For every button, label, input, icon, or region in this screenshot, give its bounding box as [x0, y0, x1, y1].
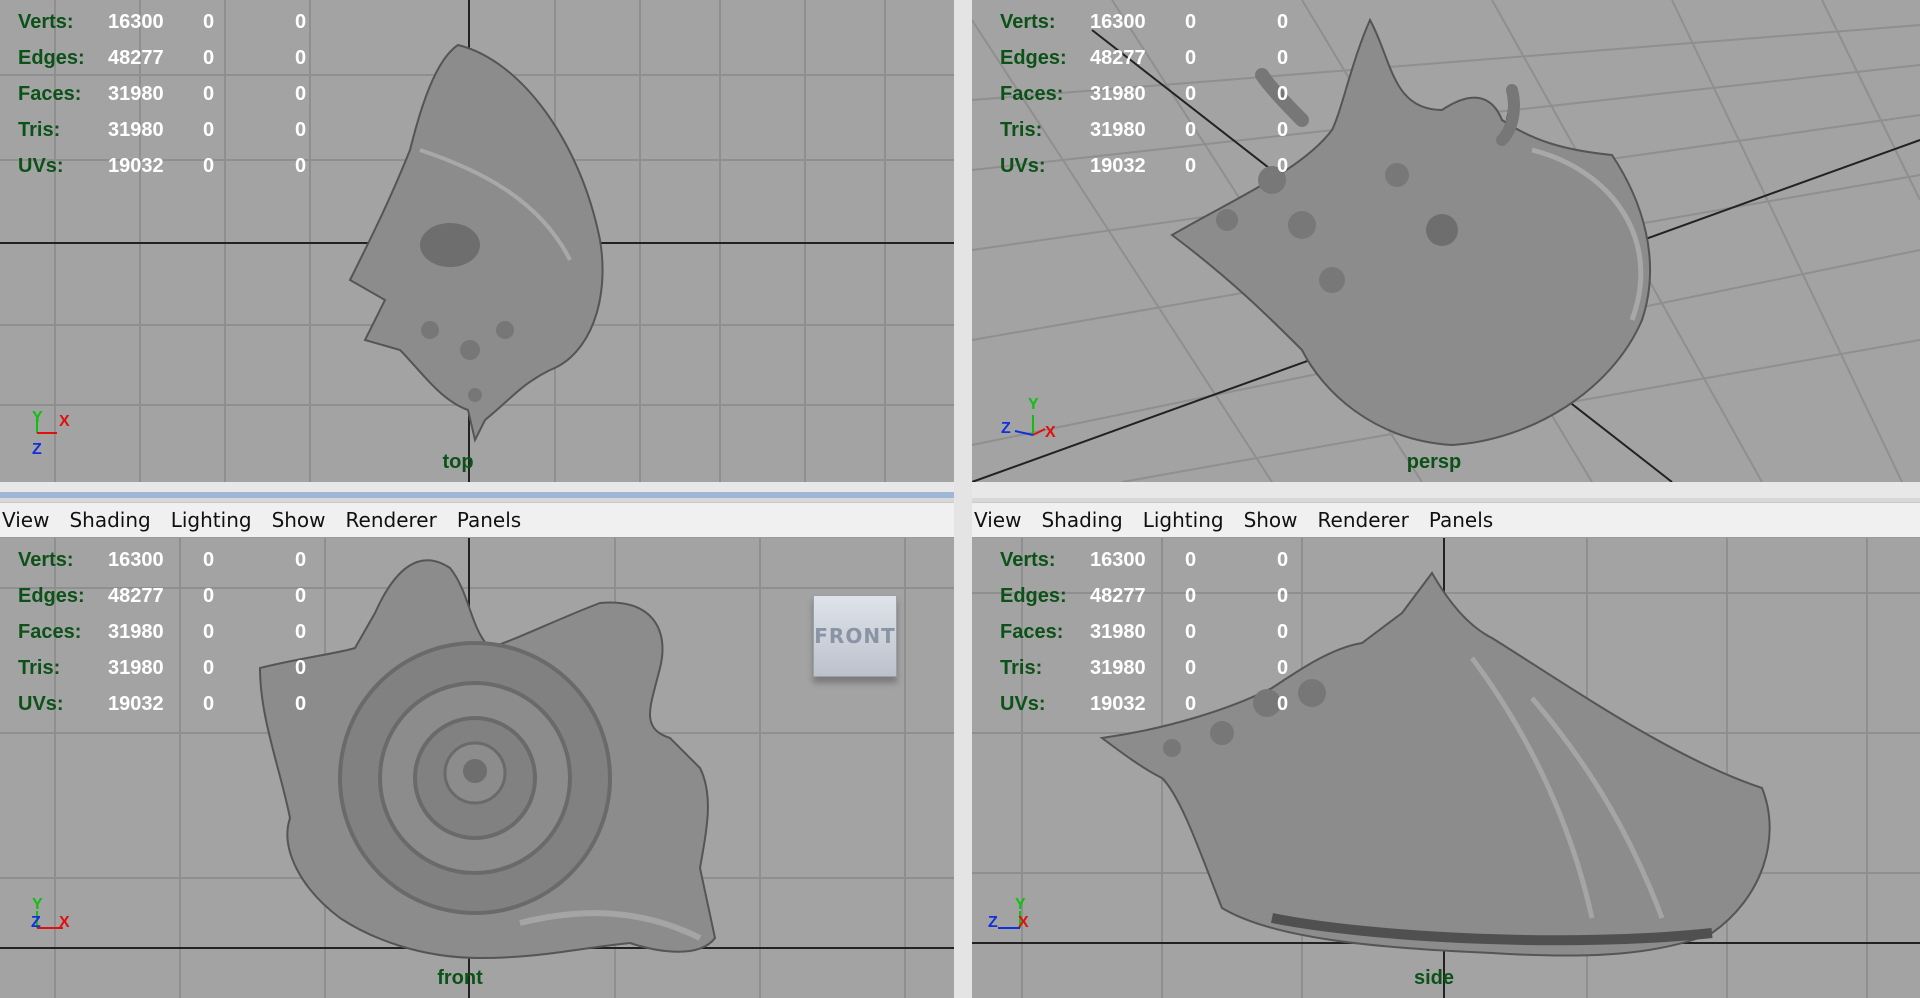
menu-panels[interactable]: Panels	[1429, 508, 1503, 532]
stats-row: Edges: 48277 0 0	[18, 584, 307, 607]
stats-row: UVs: 19032 0 0	[1000, 692, 1289, 715]
viewport-side[interactable]: Verts: 16300 0 0 Edges: 48277 0 0 Faces: 31980 0…	[972, 538, 1920, 998]
axis-gizmo-side: Y Z X	[988, 896, 1029, 931]
panel-menubar-front: View Shading Lighting Show Renderer Pane…	[0, 502, 954, 538]
svg-text:Z: Z	[1001, 420, 1011, 437]
stats-row: UVs: 19032 0 0	[1000, 154, 1289, 177]
camera-label-persp: persp	[1406, 451, 1462, 473]
stats-row: UVs: 19032 0 0	[18, 154, 307, 177]
viewport-top[interactable]: Verts: 16300 0 0 Edges: 48277 0 0 Faces: 31980 0…	[0, 0, 954, 482]
menu-show[interactable]: Show	[1244, 508, 1308, 532]
menu-shading[interactable]: Shading	[1041, 508, 1132, 532]
menu-renderer[interactable]: Renderer	[1318, 508, 1419, 532]
menu-view[interactable]: View	[974, 508, 1031, 532]
poly-stats-top: Verts: 16300 0 0 Edges: 48277 0 0 Faces: 31980 0…	[18, 4, 335, 184]
svg-text:Y: Y	[32, 409, 43, 426]
stats-row: Faces: 31980 0 0	[18, 82, 307, 105]
pane-divider-vertical[interactable]	[954, 0, 972, 998]
camera-label-side: side	[1413, 967, 1455, 989]
poly-stats-side: Verts: 16300 0 0 Edges: 48277 0 0 Faces: 31980 0…	[1000, 542, 1317, 722]
stats-row: Edges: 48277 0 0	[18, 46, 307, 69]
stats-row: Edges: 48277 0 0	[1000, 584, 1289, 607]
stats-row: Verts: 16300 0 0	[18, 548, 307, 571]
svg-text:X: X	[59, 413, 70, 430]
panel-menubar-side: View Shading Lighting Show Renderer Pane…	[972, 502, 1920, 538]
camera-label-front: front	[437, 967, 483, 989]
active-pane-highlight	[0, 492, 954, 498]
menu-view[interactable]: View	[2, 508, 59, 532]
camera-label-top: top	[442, 451, 474, 473]
menu-show[interactable]: Show	[272, 508, 336, 532]
pane-divider-horizontal-left[interactable]	[0, 482, 954, 492]
svg-text:Y: Y	[1015, 896, 1026, 913]
svg-text:Z: Z	[988, 914, 998, 931]
stats-row: Edges: 48277 0 0	[1000, 46, 1289, 69]
stats-row: Tris: 31980 0 0	[18, 118, 307, 141]
menu-renderer[interactable]: Renderer	[346, 508, 447, 532]
viewport-persp[interactable]: Verts: 16300 0 0 Edges: 48277 0 0 Faces: 31980 0…	[972, 0, 1920, 482]
stats-row: UVs: 19032 0 0	[18, 692, 307, 715]
stats-row: Tris: 31980 0 0	[1000, 118, 1289, 141]
stats-row: Faces: 31980 0 0	[18, 620, 307, 643]
axis-gizmo-top: Y X Z	[32, 409, 70, 458]
axis-gizmo-persp: Y X Z	[1001, 396, 1056, 441]
svg-text:X: X	[1045, 424, 1056, 441]
menu-shading[interactable]: Shading	[69, 508, 160, 532]
menu-lighting[interactable]: Lighting	[1143, 508, 1234, 532]
stats-row: Verts: 16300 0 0	[1000, 548, 1289, 571]
stats-row: Verts: 16300 0 0	[18, 10, 307, 33]
viewcube-front[interactable]: FRONT	[813, 595, 897, 677]
svg-text:X: X	[59, 914, 70, 931]
svg-text:Z: Z	[31, 914, 41, 931]
svg-text:Z: Z	[32, 441, 42, 458]
viewport-front[interactable]: Verts: 16300 0 0 Edges: 48277 0 0 Faces: 31980 0…	[0, 538, 954, 998]
pane-divider-horizontal-right[interactable]	[972, 482, 1920, 498]
svg-text:Y: Y	[32, 896, 43, 913]
stats-row: Tris: 31980 0 0	[18, 656, 307, 679]
stats-row: Faces: 31980 0 0	[1000, 620, 1289, 643]
poly-stats-persp: Verts: 16300 0 0 Edges: 48277 0 0 Faces: 31980 0…	[1000, 4, 1317, 184]
stats-row: Verts: 16300 0 0	[1000, 10, 1289, 33]
svg-text:Y: Y	[1028, 396, 1039, 413]
menu-panels[interactable]: Panels	[457, 508, 531, 532]
poly-stats-front: Verts: 16300 0 0 Edges: 48277 0 0 Faces: 31980 0…	[18, 542, 335, 722]
menu-lighting[interactable]: Lighting	[171, 508, 262, 532]
axis-gizmo-front: Y Z X	[31, 896, 70, 931]
stats-row: Tris: 31980 0 0	[1000, 656, 1289, 679]
svg-text:X: X	[1018, 914, 1029, 931]
stats-row: Faces: 31980 0 0	[1000, 82, 1289, 105]
shell-model-top	[348, 43, 604, 443]
